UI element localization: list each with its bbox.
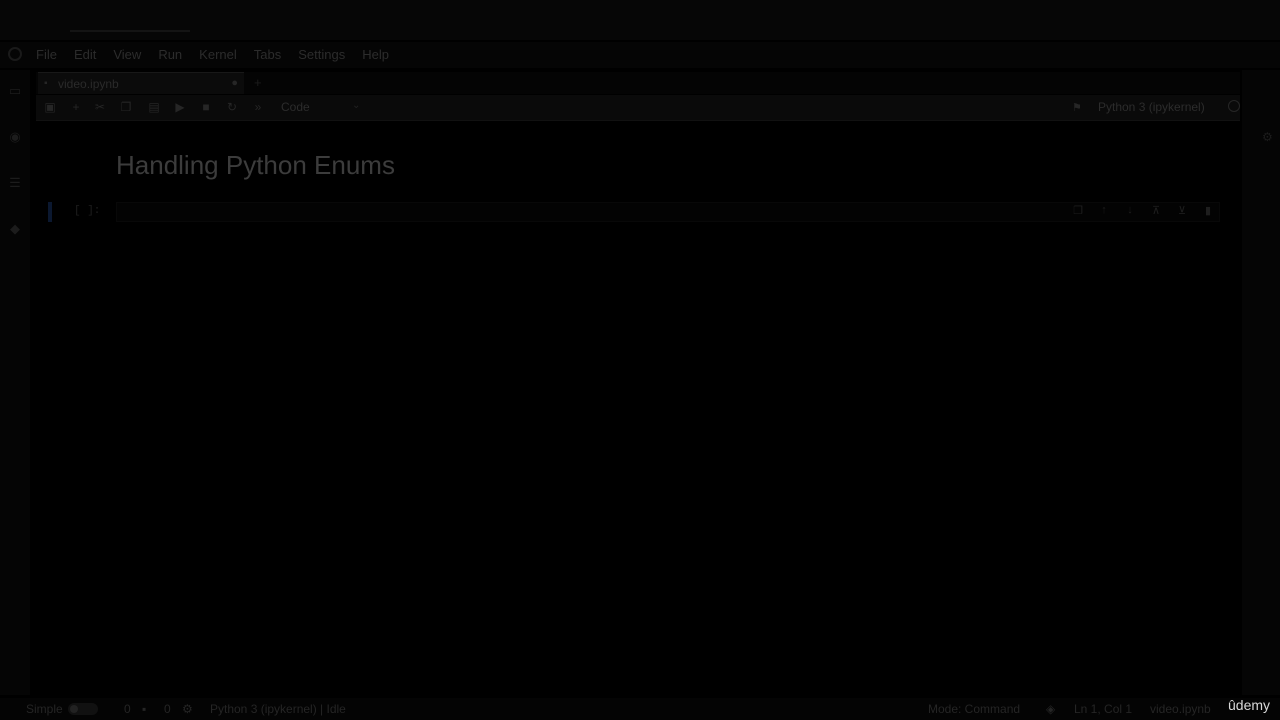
delete-cell-icon[interactable]: ▮ <box>1200 204 1216 217</box>
notebook-area: Handling Python Enums [ ]: ❐ ↑ ↓ ⊼ ⊻ ▮ <box>36 122 1240 692</box>
terminal-icon[interactable]: ▪ <box>142 702 146 716</box>
menu-settings[interactable]: Settings <box>298 47 345 62</box>
duplicate-cell-icon[interactable]: ❐ <box>1070 204 1086 217</box>
kernel-status-text[interactable]: Python 3 (ipykernel) | Idle <box>210 702 346 716</box>
left-sidebar: ▭ ◉ ☰ ◆ <box>0 70 30 695</box>
kernel-name[interactable]: Python 3 (ipykernel) <box>1098 100 1205 114</box>
cell-prompt: [ ]: <box>74 205 101 217</box>
terminal-count: 0 <box>124 702 131 716</box>
property-inspector-icon[interactable]: ⚙ <box>1262 130 1273 144</box>
bug-icon[interactable]: ⚑ <box>1072 101 1082 114</box>
menu-edit[interactable]: Edit <box>74 47 96 62</box>
tab-bar: ▪ video.ipynb ● + <box>36 72 1240 94</box>
notebook-toolbar: ▣ + ✂ ❐ ▤ ▶ ■ ↻ » Code ⌄ ⚑ Python 3 (ipy… <box>36 95 1240 121</box>
copy-icon[interactable]: ❐ <box>118 100 134 114</box>
tab-video-notebook[interactable]: ▪ video.ipynb ● <box>38 72 244 94</box>
cell-active-indicator <box>48 202 52 222</box>
move-up-icon[interactable]: ↑ <box>1096 204 1112 217</box>
fast-forward-icon[interactable]: » <box>250 100 266 114</box>
menu-view[interactable]: View <box>113 47 141 62</box>
stop-icon[interactable]: ■ <box>198 100 214 114</box>
right-sidebar: ⚙ <box>1242 70 1280 695</box>
menu-file[interactable]: File <box>36 47 57 62</box>
insert-below-icon[interactable]: ⊻ <box>1174 204 1190 217</box>
paste-icon[interactable]: ▤ <box>146 100 162 114</box>
run-icon[interactable]: ▶ <box>172 100 188 114</box>
mode-indicator: Mode: Command <box>928 702 1021 716</box>
toc-icon[interactable]: ☰ <box>8 176 22 190</box>
cursor-position[interactable]: Ln 1, Col 1 <box>1074 702 1132 716</box>
move-down-icon[interactable]: ↓ <box>1122 204 1138 217</box>
file-name: video.ipynb <box>1150 702 1211 716</box>
cell-input[interactable] <box>116 202 1220 222</box>
titlebar-divider <box>70 30 190 32</box>
menu-run[interactable]: Run <box>158 47 182 62</box>
running-icon[interactable]: ◉ <box>8 130 22 144</box>
extension-icon[interactable]: ◆ <box>8 222 22 236</box>
menu-bar: File Edit View Run Kernel Tabs Settings … <box>0 42 1280 68</box>
jupyter-logo-icon <box>8 47 22 61</box>
cell-type-select[interactable]: Code <box>281 100 310 114</box>
cell-toolbar: ❐ ↑ ↓ ⊼ ⊻ ▮ <box>1070 204 1216 217</box>
add-tab-icon[interactable]: + <box>254 75 262 90</box>
menu-kernel[interactable]: Kernel <box>199 47 237 62</box>
chevron-down-icon[interactable]: ⌄ <box>352 100 360 111</box>
save-icon[interactable]: ▣ <box>42 100 58 114</box>
udemy-watermark: ûdemy <box>1228 697 1271 713</box>
notebook-icon: ▪ <box>44 78 48 89</box>
menu-help[interactable]: Help <box>362 47 389 62</box>
simple-mode-toggle[interactable] <box>68 703 98 715</box>
code-cell[interactable]: [ ]: ❐ ↑ ↓ ⊼ ⊻ ▮ <box>48 202 1220 222</box>
folder-icon[interactable]: ▭ <box>8 84 22 98</box>
kernel-count: 0 <box>164 702 171 716</box>
window-titlebar <box>0 0 1280 40</box>
gear-icon[interactable]: ⚙ <box>182 702 193 716</box>
restart-icon[interactable]: ↻ <box>224 100 240 114</box>
tab-label: video.ipynb <box>58 77 119 91</box>
add-icon[interactable]: + <box>68 100 84 114</box>
shield-icon: ◈ <box>1046 702 1056 716</box>
status-bar: Simple 0 ▪ 0 ⚙ Python 3 (ipykernel) | Id… <box>0 698 1280 720</box>
insert-above-icon[interactable]: ⊼ <box>1148 204 1164 217</box>
menu-tabs[interactable]: Tabs <box>254 47 281 62</box>
simple-mode-label: Simple <box>26 702 63 716</box>
kernel-status-icon <box>1228 100 1240 112</box>
cut-icon[interactable]: ✂ <box>92 100 108 114</box>
notebook-title: Handling Python Enums <box>116 150 395 180</box>
tab-close-icon[interactable]: ● <box>231 77 238 89</box>
